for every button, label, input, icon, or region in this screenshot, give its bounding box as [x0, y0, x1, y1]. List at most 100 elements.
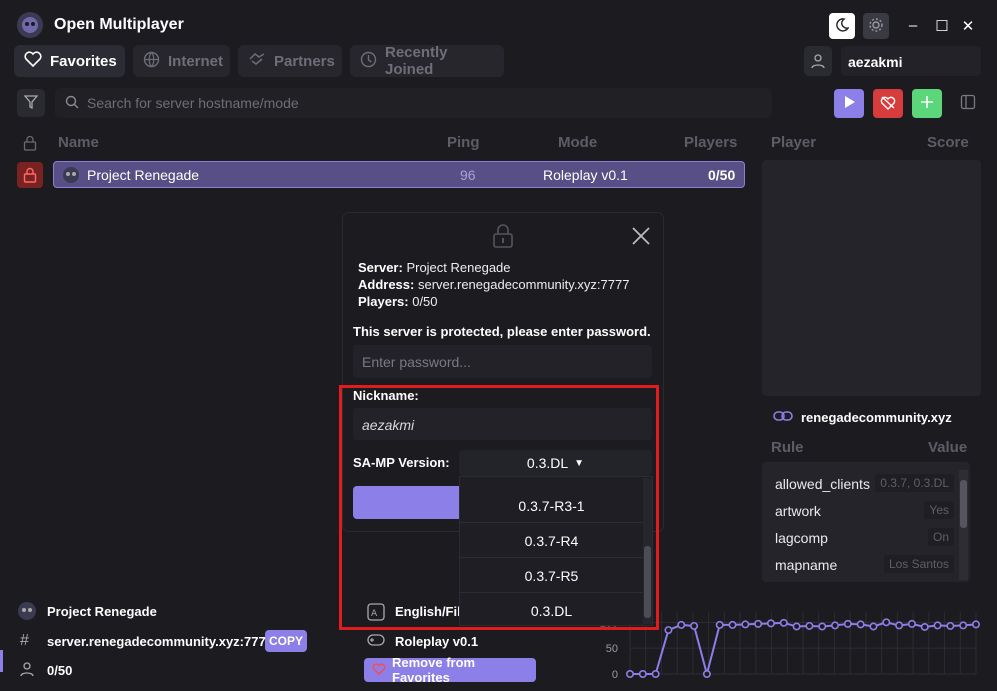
tab-label: Favorites — [50, 52, 117, 70]
data-point — [651, 669, 660, 678]
data-point — [690, 621, 699, 630]
play-icon — [842, 95, 856, 112]
gear-icon — [868, 17, 884, 36]
server-icon — [62, 166, 80, 187]
data-point — [882, 618, 891, 627]
app-title: Open Multiplayer — [54, 16, 184, 33]
server-mode: Roleplay v0.1 — [543, 167, 628, 183]
data-point — [856, 620, 865, 629]
rule-value: Los Santos — [883, 555, 954, 573]
server-ping: 96 — [460, 167, 476, 183]
rule-name: artwork — [775, 503, 821, 519]
modal-players: 0/50 — [412, 294, 438, 309]
rules-scrollbar-thumb[interactable] — [960, 480, 967, 528]
modal-server: Project Renegade — [406, 260, 511, 275]
settings-button[interactable] — [863, 13, 889, 39]
heart-broken-icon — [372, 662, 386, 678]
data-point — [818, 622, 827, 631]
server-website-link[interactable]: renegadecommunity.xyz — [773, 410, 952, 425]
lock-column-icon — [17, 131, 43, 155]
data-point — [831, 621, 840, 630]
app-logo-icon — [17, 12, 43, 38]
close-icon — [631, 227, 651, 249]
server-label: Server: — [358, 260, 403, 275]
data-point — [766, 619, 775, 628]
search-bar[interactable]: Search for server hostname/mode — [55, 88, 772, 118]
players-label: Players: — [358, 294, 409, 309]
data-point — [638, 669, 647, 678]
player-list — [762, 160, 981, 396]
data-point — [754, 619, 763, 628]
nickname-field[interactable]: aezakmi — [841, 46, 981, 76]
tab-partners[interactable]: Partners — [238, 45, 342, 77]
rule-name: allowed_clients — [775, 476, 870, 492]
address-label: Address: — [358, 277, 415, 292]
moon-icon — [835, 17, 850, 35]
table-row[interactable]: Project Renegade 96 Roleplay v0.1 0/50 — [53, 161, 745, 188]
rule-row: artwork Yes — [762, 496, 960, 523]
data-point — [715, 620, 724, 629]
play-button[interactable] — [834, 89, 864, 118]
modal-players-line: Players: 0/50 — [358, 294, 438, 309]
data-point — [792, 622, 801, 631]
data-point — [946, 621, 955, 630]
data-point — [664, 626, 673, 635]
lock-icon — [17, 162, 43, 188]
remove-from-favorites-button[interactable]: Remove from Favorites — [364, 655, 536, 685]
column-name[interactable]: Name — [58, 134, 99, 151]
tab-recently-joined[interactable]: Recently Joined — [350, 44, 504, 78]
tab-label: Internet — [168, 52, 224, 70]
column-mode[interactable]: Mode — [558, 134, 597, 151]
copy-address-button[interactable]: COPY — [265, 630, 307, 652]
close-window-button[interactable]: ✕ — [959, 17, 977, 35]
highlight-box — [339, 385, 659, 630]
rule-name: lagcomp — [775, 530, 828, 546]
data-point — [779, 618, 788, 627]
modal-server-line: Server: Project Renegade — [358, 260, 511, 275]
history-icon — [360, 51, 377, 72]
players-icon — [19, 661, 35, 680]
close-modal-button[interactable] — [631, 226, 651, 249]
heart-icon — [24, 51, 42, 71]
theme-toggle-button[interactable] — [829, 13, 855, 39]
password-input[interactable]: Enter password... — [353, 345, 652, 378]
rule-value: Yes — [924, 501, 954, 519]
data-point — [843, 619, 852, 628]
data-point — [933, 621, 942, 630]
protected-message: This server is protected, please enter p… — [353, 324, 651, 339]
rule-row: allowed_clients 0.3.7, 0.3.DL — [762, 469, 960, 496]
data-point — [677, 620, 686, 629]
column-players[interactable]: Players — [684, 134, 737, 151]
filter-icon — [23, 94, 39, 112]
hash-icon: # — [20, 632, 29, 649]
remove-favorite-button[interactable] — [873, 89, 903, 118]
search-input[interactable]: Search for server hostname/mode — [87, 95, 299, 111]
data-point — [741, 620, 750, 629]
minimize-button[interactable]: – — [904, 17, 922, 34]
info-address: server.renegadecommunity.xyz:7777 — [47, 634, 273, 649]
data-point — [920, 622, 929, 631]
column-value: Value — [928, 439, 968, 456]
tab-favorites[interactable]: Favorites — [14, 45, 125, 77]
data-point — [625, 669, 634, 678]
info-mode: Roleplay v0.1 — [395, 634, 479, 649]
side-indicator — [0, 650, 3, 672]
toggle-sidebar-button[interactable] — [953, 89, 983, 118]
y-tick-label: 0 — [612, 669, 618, 681]
add-server-button[interactable] — [912, 89, 942, 118]
user-icon — [804, 46, 832, 76]
column-ping[interactable]: Ping — [447, 134, 480, 151]
data-point — [959, 621, 968, 630]
rule-row: mapname Los Santos — [762, 550, 960, 577]
column-score: Score — [927, 134, 969, 151]
link-text: renegadecommunity.xyz — [801, 410, 952, 425]
lock-icon — [492, 223, 514, 252]
sidebar-icon — [960, 94, 976, 113]
data-point — [702, 669, 711, 678]
server-players: 0/50 — [708, 167, 736, 183]
modal-address-line: Address: server.renegadecommunity.xyz:77… — [358, 277, 629, 292]
maximize-button[interactable]: ☐ — [933, 17, 951, 35]
data-point — [971, 620, 980, 629]
tab-internet[interactable]: Internet — [133, 45, 230, 77]
filter-button[interactable] — [17, 89, 45, 117]
